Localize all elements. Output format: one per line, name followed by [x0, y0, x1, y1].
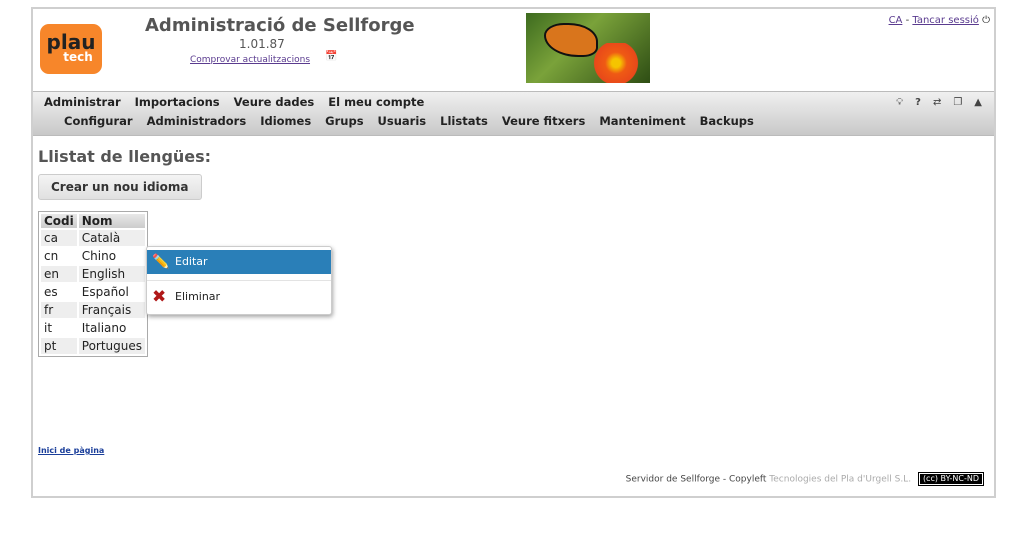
menu-item-eliminar[interactable]: ✖ Eliminar	[147, 285, 331, 309]
table-row[interactable]: ca Català	[41, 230, 146, 246]
table-row[interactable]: cn Chino	[41, 248, 145, 264]
footer: Servidor de Sellforge - Copyleft Tecnolo…	[626, 472, 984, 486]
table-row[interactable]: en English	[41, 266, 146, 282]
page-frame: plau tech Administració de Sellforge 1.01…	[31, 7, 996, 498]
nav-veure-fitxers[interactable]: Veure fitxers	[502, 114, 586, 128]
menu-label: Eliminar	[175, 290, 221, 303]
app-title: Administració de Sellforge	[145, 15, 415, 36]
separator: -	[905, 15, 910, 26]
nav-importacions[interactable]: Importacions	[135, 95, 220, 109]
logout-link[interactable]: Tancar sessió	[912, 15, 979, 26]
power-icon[interactable]: ⏻	[982, 15, 990, 26]
language-name: Italiano	[81, 321, 127, 335]
language-code: fr	[41, 302, 77, 318]
footer-server: Servidor de Sellforge - Copyleft	[625, 474, 767, 485]
swap-icon[interactable]: ⇄	[933, 97, 941, 108]
pencil-icon: ✏️	[152, 254, 170, 270]
nav-administradors[interactable]: Administradors	[147, 114, 247, 128]
nav-el-meu-compte[interactable]: El meu compte	[328, 95, 424, 109]
language-code: pt	[41, 338, 77, 354]
table-row[interactable]: it Italiano	[41, 320, 145, 336]
plautech-logo: plau tech	[40, 24, 102, 74]
language-code: es	[44, 285, 58, 299]
nav-usuaris[interactable]: Usuaris	[378, 114, 427, 128]
butterfly-banner-image	[526, 13, 650, 83]
languages-table: Codi Nom ca Català cn Chino en English es Españo…	[38, 211, 149, 357]
version: 1.01.87	[239, 37, 285, 51]
language-link[interactable]: CA	[889, 15, 903, 26]
nav-llistats[interactable]: Llistats	[440, 114, 488, 128]
footer-company: Tecnologies del Pla d'Urgell S.L.	[769, 474, 912, 485]
table-row[interactable]: fr Français	[41, 302, 146, 318]
nav-manteniment[interactable]: Manteniment	[599, 114, 685, 128]
cc-license-badge[interactable]: (cc) BY-NC-ND	[917, 472, 984, 486]
language-code: en	[41, 266, 77, 282]
main-nav: Administrar Importacions Veure dades El meu…	[33, 91, 994, 136]
language-code: ca	[41, 230, 77, 246]
top-links: CA - Tancar sessió ⏻	[889, 15, 990, 26]
create-language-button[interactable]: Crear un nou idioma	[38, 174, 202, 200]
lightbulb-icon[interactable]: 💡︎	[896, 97, 903, 108]
language-code: cn	[44, 249, 59, 263]
nav-administrar[interactable]: Administrar	[44, 95, 121, 109]
table-row[interactable]: es Español	[41, 284, 145, 300]
nav-veure-dades[interactable]: Veure dades	[234, 95, 315, 109]
language-name: English	[78, 266, 146, 282]
language-name: Chino	[81, 249, 117, 263]
menu-divider	[147, 280, 331, 281]
window-icon[interactable]: ❐	[953, 97, 962, 108]
nav-backups[interactable]: Backups	[700, 114, 754, 128]
nav-tools: 💡︎? ⇄ ❐ ▲	[884, 97, 982, 108]
nav-configurar[interactable]: Configurar	[64, 114, 133, 128]
language-name: Français	[78, 302, 146, 318]
language-name: Español	[81, 285, 129, 299]
context-menu: ✏️ Editar ✖ Eliminar	[146, 246, 332, 315]
collapse-icon[interactable]: ▲	[974, 97, 982, 108]
help-icon[interactable]: ?	[915, 97, 921, 108]
table-row[interactable]: pt Portugues	[41, 338, 146, 354]
language-code: it	[44, 321, 53, 335]
calendar-icon[interactable]: 📅	[325, 51, 337, 62]
check-updates-link[interactable]: Comprovar actualitzacions	[190, 55, 310, 65]
col-nom[interactable]: Nom	[78, 214, 146, 228]
top-of-page-link[interactable]: Inici de pàgina	[38, 446, 104, 455]
col-codi[interactable]: Codi	[41, 214, 77, 228]
language-name: Portugues	[78, 338, 146, 354]
nav-grups[interactable]: Grups	[325, 114, 363, 128]
delete-x-icon: ✖	[152, 287, 167, 307]
page-title: Llistat de llengües:	[38, 147, 212, 166]
menu-label: Editar	[175, 255, 208, 268]
nav-idiomes[interactable]: Idiomes	[260, 114, 311, 128]
menu-item-editar[interactable]: ✏️ Editar	[147, 250, 331, 274]
language-name: Català	[78, 230, 146, 246]
